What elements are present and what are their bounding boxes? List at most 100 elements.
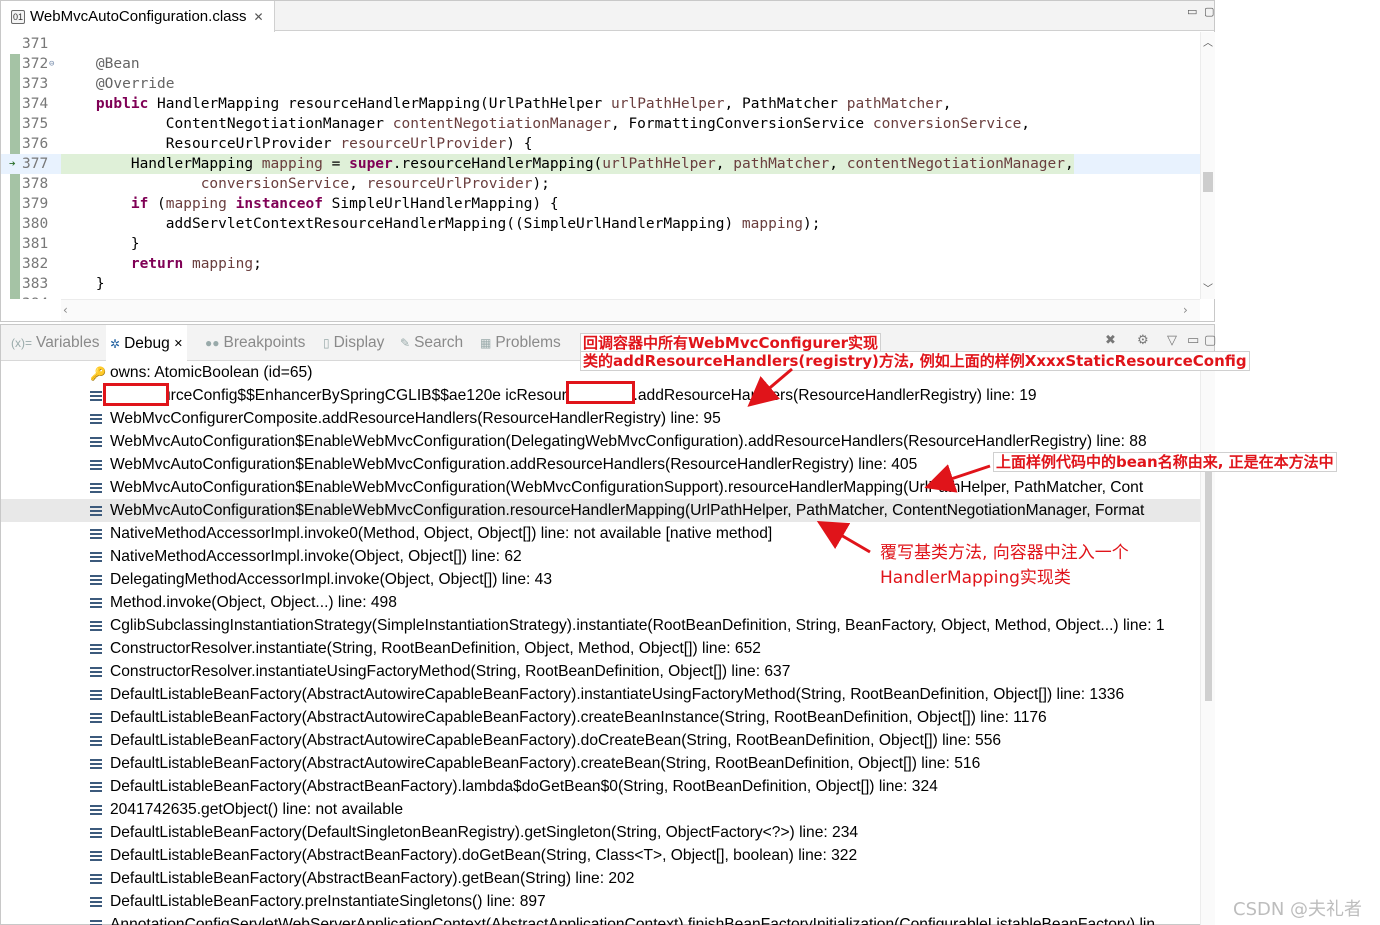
stack-frame-row[interactable]: DefaultListableBeanFactory(AbstractBeanF…: [1, 867, 1200, 890]
stack-frame-row[interactable]: ConstructorResolver.instantiateUsingFact…: [1, 660, 1200, 683]
line-number: 376: [22, 136, 49, 152]
line-number: 371: [22, 36, 49, 52]
stack-frame-row[interactable]: AnnotationConfigServletWebServerApplicat…: [1, 913, 1200, 925]
stack-frame-row[interactable]: Method.invoke(Object, Object...) line: 4…: [1, 591, 1200, 614]
close-icon[interactable]: ✕: [254, 10, 264, 24]
code-line[interactable]: 376 ResourceUrlProvider resourceUrlProvi…: [1, 134, 1200, 154]
code-line[interactable]: 374 public HandlerMapping resourceHandle…: [1, 94, 1200, 114]
minimize-icon[interactable]: ▭: [1187, 5, 1197, 18]
stack-frame-row[interactable]: DefaultListableBeanFactory(AbstractBeanF…: [1, 775, 1200, 798]
tab-breakpoints[interactable]: ●● Breakpoints: [205, 325, 305, 361]
code-line[interactable]: 379 if (mapping instanceof SimpleUrlHand…: [1, 194, 1200, 214]
stack-frame-icon: [90, 437, 102, 447]
tab-label: Problems: [495, 334, 561, 351]
scroll-up-icon[interactable]: ︿: [1203, 34, 1213, 49]
line-number: 373: [22, 76, 49, 92]
code-line[interactable]: 371: [1, 34, 1200, 54]
code-line[interactable]: 381 }: [1, 234, 1200, 254]
line-number: 375: [22, 116, 49, 132]
stack-frame-label: DefaultListableBeanFactory(AbstractBeanF…: [110, 870, 635, 887]
breakpoints-icon: ●●: [205, 336, 220, 350]
scroll-down-icon[interactable]: ﹀: [1203, 280, 1213, 295]
line-number: 383: [22, 276, 49, 292]
stack-frame-row[interactable]: DefaultListableBeanFactory(AbstractAutow…: [1, 752, 1200, 775]
editor-horizontal-scrollbar[interactable]: ‹ ›: [61, 299, 1200, 321]
close-icon[interactable]: ✕: [174, 337, 183, 350]
editor-tab[interactable]: 01 WebMvcAutoConfiguration.class ✕: [1, 1, 275, 32]
minimize-icon[interactable]: ▭: [1187, 333, 1199, 348]
code-line[interactable]: 372 ⊖ @Bean: [1, 54, 1200, 74]
remove-all-terminated-icon[interactable]: ✖: [1105, 333, 1116, 348]
stack-frame-icon: [90, 391, 102, 401]
collapse-icon[interactable]: ⚙: [1137, 333, 1149, 348]
scroll-right-icon[interactable]: ›: [1183, 303, 1188, 317]
maximize-icon[interactable]: ▢: [1204, 333, 1216, 348]
code-line[interactable]: 382 return mapping;: [1, 254, 1200, 274]
code-token: mapping: [261, 156, 323, 172]
annotation-callout-2: 上面样例代码中的bean名称由来, 正是在本方法中: [993, 452, 1337, 472]
code-line[interactable]: 380 addServletContextResourceHandlerMapp…: [1, 214, 1200, 234]
code-line[interactable]: 383 }: [1, 274, 1200, 294]
variables-icon: (x)=: [11, 336, 32, 350]
stack-frame-row[interactable]: 2041742635.getObject() line: not availab…: [1, 798, 1200, 821]
stack-frame-row[interactable]: WebMvcAutoConfiguration$EnableWebMvcConf…: [1, 476, 1200, 499]
stack-frame-row[interactable]: WebMvcAutoConfiguration$EnableWebMvcConf…: [1, 499, 1200, 522]
code-line[interactable]: 378 conversionService, resourceUrlProvid…: [1, 174, 1200, 194]
scroll-thumb[interactable]: [1205, 466, 1212, 701]
stack-frame-row[interactable]: DefaultListableBeanFactory(AbstractAutow…: [1, 706, 1200, 729]
line-number: 384: [22, 294, 52, 299]
stack-frame-label: AnnotationConfigServletWebServerApplicat…: [110, 916, 1156, 925]
tab-variables[interactable]: (x)= Variables: [11, 325, 99, 361]
annotation-callout-3-line-1: 覆写基类方法, 向容器中注入一个: [880, 543, 1129, 563]
stack-frame-row[interactable]: DefaultListableBeanFactory(DefaultSingle…: [1, 821, 1200, 844]
tab-display[interactable]: ▯ Display: [323, 325, 384, 361]
code-text: return mapping;: [61, 254, 262, 274]
code-line[interactable]: 373 @Override: [1, 74, 1200, 94]
tab-search[interactable]: ✎ Search: [400, 325, 463, 361]
line-number: 380: [22, 216, 49, 232]
stack-frame-label: WebMvcAutoConfiguration$EnableWebMvcConf…: [110, 433, 1147, 450]
line-number: 381: [22, 236, 49, 252]
code-token: mapping: [165, 196, 227, 212]
code-area[interactable]: 371 372 ⊖ @Bean 373 @Override 374 public Han…: [1, 32, 1200, 299]
tab-problems[interactable]: ▦ Problems: [480, 325, 561, 361]
stack-frame-label: WebMvcAutoConfiguration$EnableWebMvcConf…: [110, 502, 1145, 519]
view-menu-icon[interactable]: ▽: [1167, 333, 1177, 348]
code-token: ;: [253, 256, 262, 272]
code-text: }: [61, 234, 140, 254]
display-icon: ▯: [323, 336, 330, 350]
stack-frame-icon: [90, 552, 102, 562]
tab-label: Debug: [124, 334, 170, 352]
scroll-left-icon[interactable]: ‹: [63, 303, 68, 317]
stack-frame-row[interactable]: DefaultListableBeanFactory(AbstractBeanF…: [1, 844, 1200, 867]
stack-frame-label: NativeMethodAccessorImpl.invoke(Object, …: [110, 548, 522, 565]
problems-icon: ▦: [480, 336, 492, 350]
code-token: pathMatcher: [733, 156, 830, 172]
line-number: 374: [22, 96, 49, 112]
code-token: }: [61, 276, 105, 292]
editor-vertical-scrollbar[interactable]: ︿ ﹀: [1200, 32, 1215, 299]
stack-frame-row[interactable]: WebMvcAutoConfiguration$EnableWebMvcConf…: [1, 430, 1200, 453]
scroll-thumb[interactable]: [1203, 172, 1213, 192]
stack-frame-row[interactable]: DefaultListableBeanFactory(AbstractAutow…: [1, 683, 1200, 706]
stack-frame-row[interactable]: ConstructorResolver.instantiate(String, …: [1, 637, 1200, 660]
stack-frame-row[interactable]: DefaultListableBeanFactory.preInstantiat…: [1, 890, 1200, 913]
annotation-callout-3-line-2: HandlerMapping实现类: [880, 568, 1071, 588]
stack-frame-row[interactable]: DefaultListableBeanFactory(AbstractAutow…: [1, 729, 1200, 752]
tab-debug[interactable]: ✲ Debug ✕: [106, 325, 187, 362]
maximize-icon[interactable]: ▢: [1204, 5, 1214, 18]
code-line[interactable]: 377 ➔ HandlerMapping mapping = super.reso…: [1, 154, 1200, 174]
stack-frames-list[interactable]: 🔑 owns: AtomicBoolean (id=65) ticResourc…: [1, 361, 1200, 925]
redaction-box: [566, 381, 635, 404]
debug-vertical-scrollbar[interactable]: [1200, 361, 1215, 925]
stack-frame-label: DefaultListableBeanFactory(AbstractBeanF…: [110, 847, 858, 864]
stack-frame-row[interactable]: WebMvcConfigurerComposite.addResourceHan…: [1, 407, 1200, 430]
code-line[interactable]: 375 ContentNegotiationManager contentNeg…: [1, 114, 1200, 134]
fold-icon[interactable]: ⊖: [49, 54, 54, 74]
tab-label: Breakpoints: [223, 334, 306, 351]
stack-frame-label: DefaultListableBeanFactory(AbstractAutow…: [110, 755, 981, 772]
stack-frame-row[interactable]: CglibSubclassingInstantiationStrategy(Si…: [1, 614, 1200, 637]
